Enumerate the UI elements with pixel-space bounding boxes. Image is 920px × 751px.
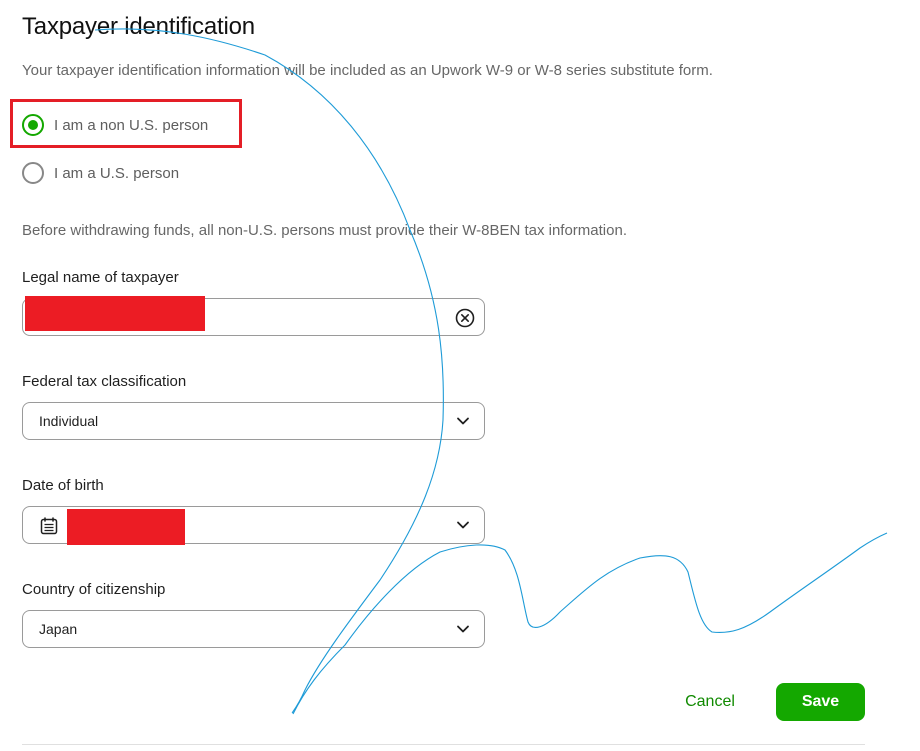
tax-classification-select[interactable]: Individual (22, 402, 485, 440)
citizenship-value: Japan (39, 621, 78, 637)
tax-classification-label: Federal tax classification (22, 373, 187, 390)
page-subtitle: Your taxpayer identification information… (22, 62, 713, 79)
citizenship-label: Country of citizenship (22, 581, 166, 598)
radio-button[interactable] (22, 162, 44, 184)
w8ben-info-text: Before withdrawing funds, all non-U.S. p… (22, 222, 627, 239)
footer-divider (22, 744, 865, 745)
legal-name-label: Legal name of taxpayer (22, 269, 179, 286)
radio-button-selected[interactable] (22, 114, 44, 136)
close-circle-icon[interactable] (455, 308, 475, 328)
date-of-birth-label: Date of birth (22, 477, 104, 494)
redaction-block (67, 509, 185, 545)
radio-option-us-person[interactable]: I am a U.S. person (22, 162, 222, 186)
calendar-icon (40, 517, 58, 535)
radio-option-non-us-person[interactable]: I am a non U.S. person (22, 114, 222, 138)
chevron-down-icon (457, 417, 469, 425)
redaction-block (25, 296, 205, 331)
legal-name-input[interactable] (22, 296, 485, 336)
save-button[interactable]: Save (776, 683, 865, 721)
date-of-birth-picker[interactable] (22, 506, 485, 545)
radio-selected-dot (28, 120, 38, 130)
cancel-button[interactable]: Cancel (668, 683, 752, 721)
chevron-down-icon (457, 625, 469, 633)
chevron-down-icon (457, 521, 469, 529)
radio-label: I am a U.S. person (54, 165, 180, 182)
radio-label: I am a non U.S. person (54, 117, 209, 134)
tax-classification-value: Individual (39, 413, 99, 429)
page-title: Taxpayer identification (22, 13, 255, 40)
citizenship-select[interactable]: Japan (22, 610, 485, 648)
